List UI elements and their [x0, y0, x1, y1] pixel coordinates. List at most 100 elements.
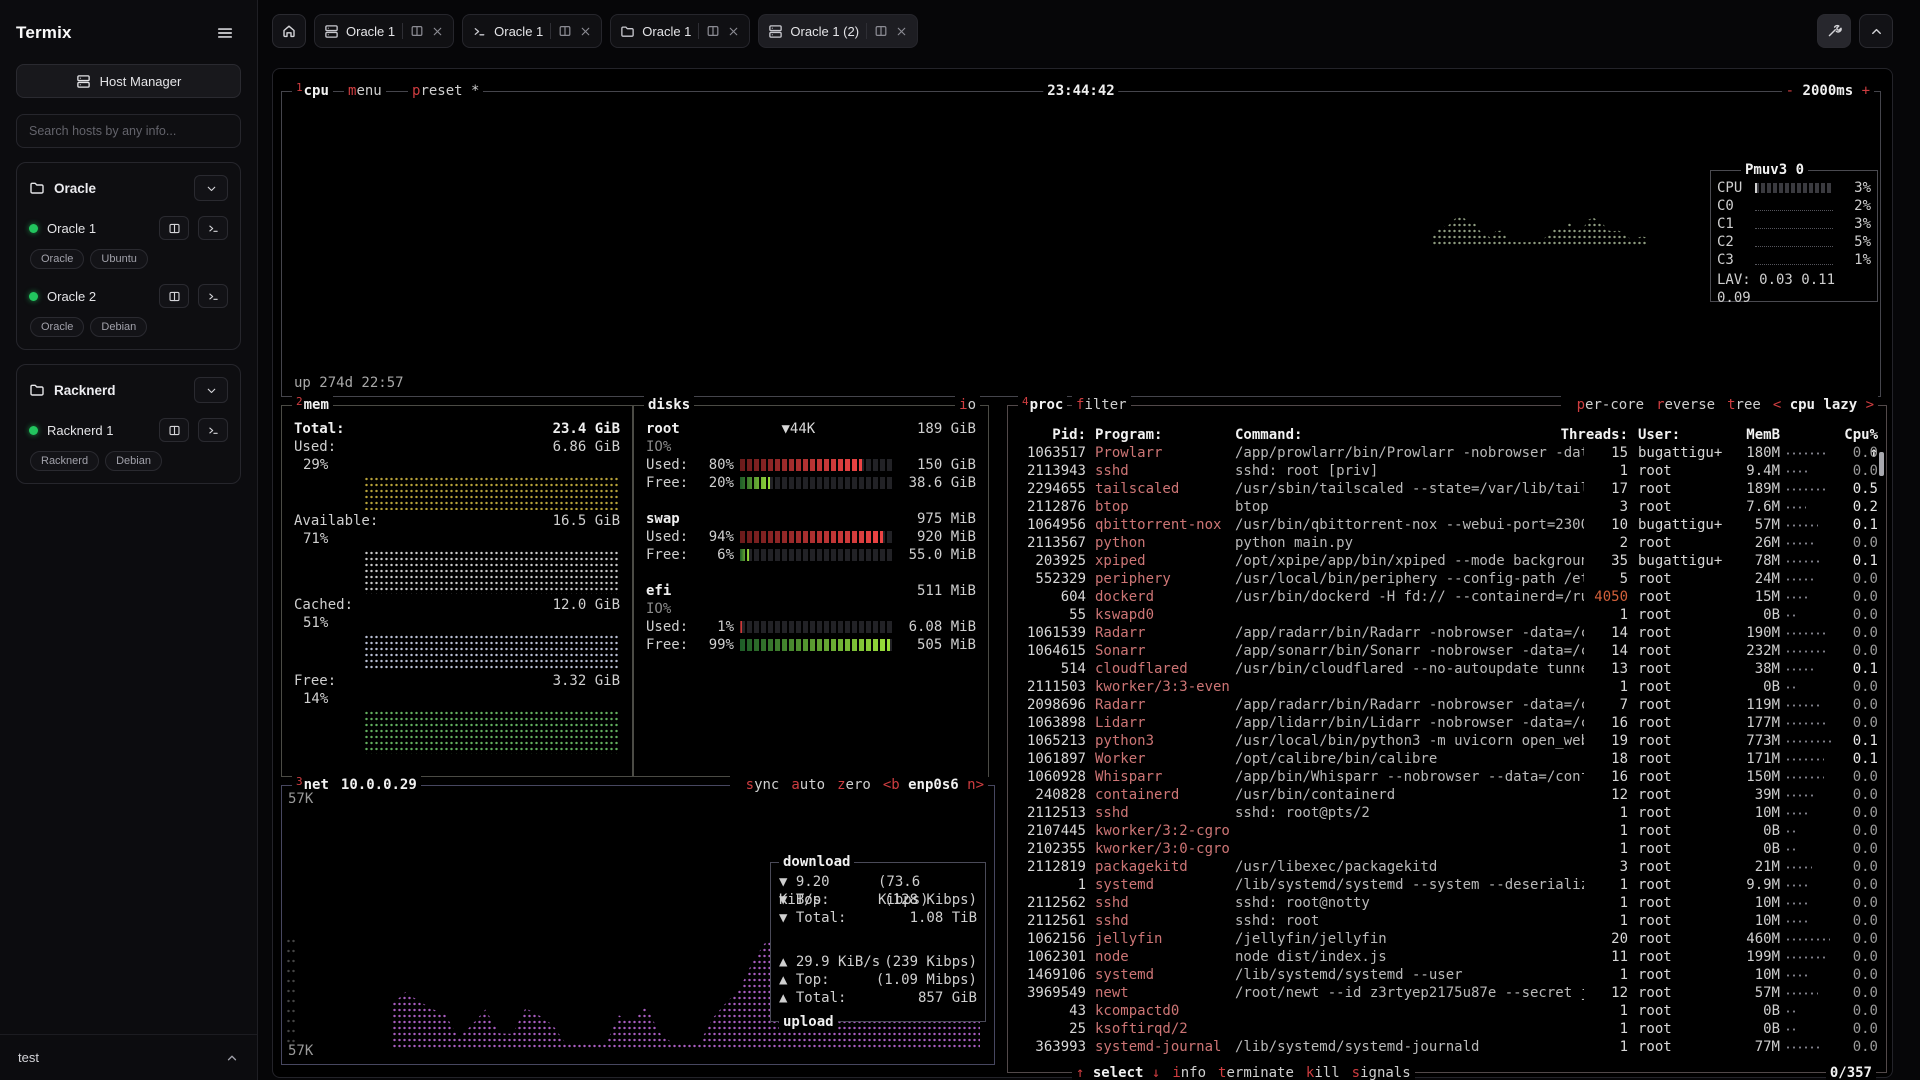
process-row[interactable]: 1064615Sonarr/app/sonarr/bin/Sonarr -nob… [1016, 642, 1878, 660]
interval-decrease-button[interactable]: - [1786, 83, 1794, 99]
net-zero-button[interactable]: zero [837, 777, 871, 793]
host-manager-button[interactable]: Host Manager [16, 64, 241, 98]
proc-terminate-button[interactable]: terminate [1218, 1065, 1294, 1080]
process-row[interactable]: 552329periphery/usr/local/bin/periphery … [1016, 570, 1878, 588]
process-row[interactable]: 363993systemd-journal/lib/systemd/system… [1016, 1038, 1878, 1056]
process-list-header[interactable]: Pid: Program: Command: Threads: User: Me… [1016, 426, 1878, 444]
sidebar-toggle-button[interactable] [209, 18, 241, 48]
process-row[interactable]: 1469106systemd/lib/systemd/systemd --use… [1016, 966, 1878, 984]
folder-collapse-button[interactable] [194, 175, 228, 201]
proc-tree-toggle[interactable]: tree [1727, 397, 1761, 413]
host-tag[interactable]: Ubuntu [90, 249, 147, 269]
process-row[interactable]: 2102355kworker/3:0-cgro1root0B0.0 [1016, 840, 1878, 858]
tab-oracle-1[interactable]: Oracle 1 [610, 14, 750, 48]
host-split-button[interactable] [159, 216, 189, 240]
proc-signals-button[interactable]: signals [1352, 1065, 1411, 1080]
process-row[interactable]: 3969549newt/root/newt --id z3rtyep2175u8… [1016, 984, 1878, 1002]
tab-close-button[interactable] [727, 25, 740, 38]
host-terminal-button[interactable] [198, 284, 228, 308]
host-split-button[interactable] [159, 418, 189, 442]
host-tag[interactable]: Debian [105, 451, 162, 471]
host-terminal-button[interactable] [198, 216, 228, 240]
process-row[interactable]: 2098696Radarr/app/radarr/bin/Radarr -nob… [1016, 696, 1878, 714]
proc-box-title[interactable]: 4proc [1018, 396, 1067, 415]
host-tag[interactable]: Racknerd [30, 451, 99, 471]
process-row[interactable]: 2113943sshdsshd: root [priv]1root9.4M0.0 [1016, 462, 1878, 480]
proc-info-button[interactable]: info [1172, 1065, 1206, 1080]
process-row[interactable]: 1060928Whisparr/app/bin/Whisparr --nobro… [1016, 768, 1878, 786]
folder-header[interactable]: Oracle [29, 175, 228, 201]
host-search-input[interactable] [16, 114, 241, 148]
host-tag[interactable]: Debian [90, 317, 147, 337]
process-row[interactable]: 1064956qbittorrent-nox/usr/bin/qbittorre… [1016, 516, 1878, 534]
tab-oracle-1[interactable]: Oracle 1 [462, 14, 602, 48]
home-button[interactable] [272, 14, 306, 48]
tab-split-button[interactable] [874, 24, 888, 38]
process-row[interactable]: 2107445kworker/3:2-cgro1root0B0.0 [1016, 822, 1878, 840]
collapse-panel-button[interactable] [1859, 14, 1893, 48]
process-row[interactable]: 1systemd/lib/systemd/systemd --system --… [1016, 876, 1878, 894]
tab-split-button[interactable] [558, 24, 572, 38]
tab-close-button[interactable] [895, 25, 908, 38]
host-row[interactable]: Oracle 1 [29, 216, 228, 240]
process-row[interactable]: 1063517Prowlarr/app/prowlarr/bin/Prowlar… [1016, 444, 1878, 462]
process-row[interactable]: 2294655tailscaled/usr/sbin/tailscaled --… [1016, 480, 1878, 498]
proc-kill-button[interactable]: kill [1306, 1065, 1340, 1080]
preset-button[interactable]: preset * [408, 82, 483, 100]
process-row[interactable]: 55kswapd01root0B0.0 [1016, 606, 1878, 624]
process-row[interactable]: 1062156jellyfin/jellyfin/jellyfin20root4… [1016, 930, 1878, 948]
process-row[interactable]: 25ksoftirqd/21root0B0.0 [1016, 1020, 1878, 1038]
process-row[interactable]: 1061897Worker/opt/calibre/bin/calibre18r… [1016, 750, 1878, 768]
host-row[interactable]: Oracle 2 [29, 284, 228, 308]
process-row[interactable]: 2112876btopbtop3root7.6M0.2 [1016, 498, 1878, 516]
interval-increase-button[interactable]: + [1862, 83, 1870, 99]
process-row[interactable]: 1063898Lidarr/app/lidarr/bin/Lidarr -nob… [1016, 714, 1878, 732]
tab-close-button[interactable] [579, 25, 592, 38]
process-row[interactable]: 2113567pythonpython main.py2root26M0.0 [1016, 534, 1878, 552]
terminal-panel[interactable]: 1cpu menu preset * 23:44:42 - 2000ms + u… [272, 68, 1893, 1078]
process-row[interactable]: 43kcompactd01root0B0.0 [1016, 1002, 1878, 1020]
process-row[interactable]: 1061539Radarr/app/radarr/bin/Radarr -nob… [1016, 624, 1878, 642]
tab-split-button[interactable] [706, 24, 720, 38]
folder-header[interactable]: Racknerd [29, 377, 228, 403]
host-row[interactable]: Racknerd 1 [29, 418, 228, 442]
process-row[interactable]: 2112562sshdsshd: root@notty1root10M0.0 [1016, 894, 1878, 912]
proc-sort-mode[interactable]: < cpu lazy > [1773, 397, 1874, 413]
menu-button[interactable]: menu [344, 82, 386, 100]
folder-collapse-button[interactable] [194, 377, 228, 403]
proc-per-core-toggle[interactable]: per-core [1577, 397, 1644, 413]
process-row[interactable]: 2111503kworker/3:3-even1root0B0.0 [1016, 678, 1878, 696]
cpu-box-title[interactable]: 1cpu [292, 82, 333, 101]
process-row[interactable]: 2112561sshdsshd: root1root10M0.0 [1016, 912, 1878, 930]
host-terminal-button[interactable] [198, 418, 228, 442]
disks-io-toggle[interactable]: io [955, 396, 980, 414]
disks-box-title[interactable]: disks [644, 396, 694, 414]
proc-scrollbar[interactable] [1879, 452, 1884, 476]
mem-box-title[interactable]: 2mem [292, 396, 333, 415]
process-row[interactable]: 240828containerd/usr/bin/containerd12roo… [1016, 786, 1878, 804]
proc-reverse-toggle[interactable]: reverse [1656, 397, 1715, 413]
host-tag[interactable]: Oracle [30, 317, 84, 337]
process-row[interactable]: 1062301nodenode dist/index.js11root199M0… [1016, 948, 1878, 966]
process-row[interactable]: 514cloudflared/usr/bin/cloudflared --no-… [1016, 660, 1878, 678]
tab-split-button[interactable] [410, 24, 424, 38]
proc-footer-controls[interactable]: ↑ select ↓infoterminatekillsignals [1072, 1064, 1415, 1080]
process-row[interactable]: 604dockerd/usr/bin/dockerd -H fd:// --co… [1016, 588, 1878, 606]
process-row[interactable]: 2112513sshdsshd: root@pts/21root10M0.0 [1016, 804, 1878, 822]
tab-oracle-1[interactable]: Oracle 1 [314, 14, 454, 48]
proc-filter-button[interactable]: filter [1072, 396, 1131, 414]
process-row[interactable]: 1065213python3/usr/local/bin/python3 -m … [1016, 732, 1878, 750]
admin-tools-button[interactable] [1817, 14, 1851, 48]
tab-oracle-1-2-[interactable]: Oracle 1 (2) [758, 14, 918, 48]
host-tag[interactable]: Oracle [30, 249, 84, 269]
process-row[interactable]: 2112819packagekitd/usr/libexec/packageki… [1016, 858, 1878, 876]
update-interval-control[interactable]: - 2000ms + [1782, 82, 1874, 100]
proc-sort-options[interactable]: per-core reverse tree < cpu lazy > [1561, 396, 1878, 414]
tab-close-button[interactable] [431, 25, 444, 38]
net-auto-button[interactable]: auto [791, 777, 825, 793]
net-sync-button[interactable]: sync [746, 777, 780, 793]
process-row[interactable]: 203925xpiped/opt/xpipe/app/bin/xpiped --… [1016, 552, 1878, 570]
sidebar-footer[interactable]: test [0, 1034, 257, 1080]
host-split-button[interactable] [159, 284, 189, 308]
net-options[interactable]: syncautozero<b enp0s6 n> [730, 776, 988, 794]
